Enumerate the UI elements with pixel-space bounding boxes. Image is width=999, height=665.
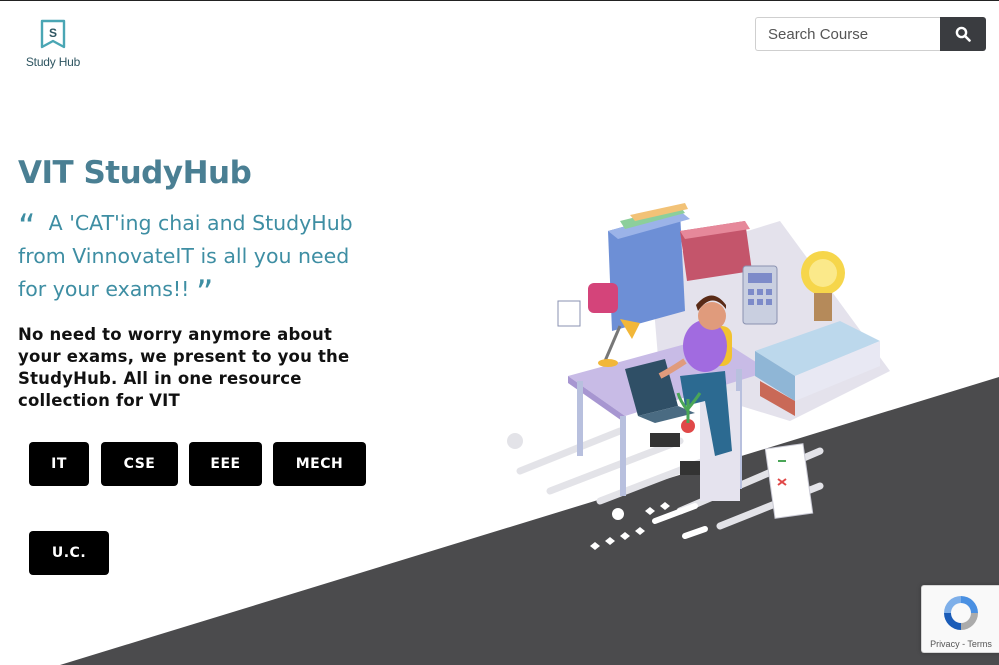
branch-button-mech[interactable]: MECH <box>273 442 366 486</box>
hero-quote-text: A 'CAT'ing chai and StudyHub from Vinnov… <box>18 211 353 301</box>
branch-button-uc[interactable]: U.C. <box>29 531 109 575</box>
open-quote-mark: “ <box>18 207 36 247</box>
recaptcha-links: Privacy - Terms <box>922 639 999 649</box>
recaptcha-badge[interactable]: Privacy - Terms <box>921 585 999 653</box>
logo-text: Study Hub <box>25 55 81 69</box>
site-logo[interactable]: S Study Hub <box>20 19 86 69</box>
page-title: VIT StudyHub <box>18 155 252 191</box>
logo-letter: S <box>49 26 57 40</box>
recaptcha-icon <box>944 596 978 630</box>
bookmark-s-icon: S <box>40 19 66 49</box>
branch-button-eee[interactable]: EEE <box>189 442 262 486</box>
close-quote-mark: ” <box>195 273 214 313</box>
search-input[interactable] <box>755 17 940 51</box>
hero-description: No need to worry anymore about your exam… <box>18 325 350 410</box>
search-bar <box>755 17 986 51</box>
recaptcha-privacy-link[interactable]: Privacy <box>930 639 960 649</box>
search-button[interactable] <box>940 17 986 51</box>
branch-button-it[interactable]: IT <box>29 442 89 486</box>
branch-button-cse[interactable]: CSE <box>101 442 178 486</box>
recaptcha-terms-link[interactable]: Terms <box>967 639 992 649</box>
student-studying-illustration <box>507 203 890 550</box>
hero-quote: “ A 'CAT'ing chai and StudyHub from Vinn… <box>18 207 378 310</box>
search-icon <box>955 26 971 42</box>
